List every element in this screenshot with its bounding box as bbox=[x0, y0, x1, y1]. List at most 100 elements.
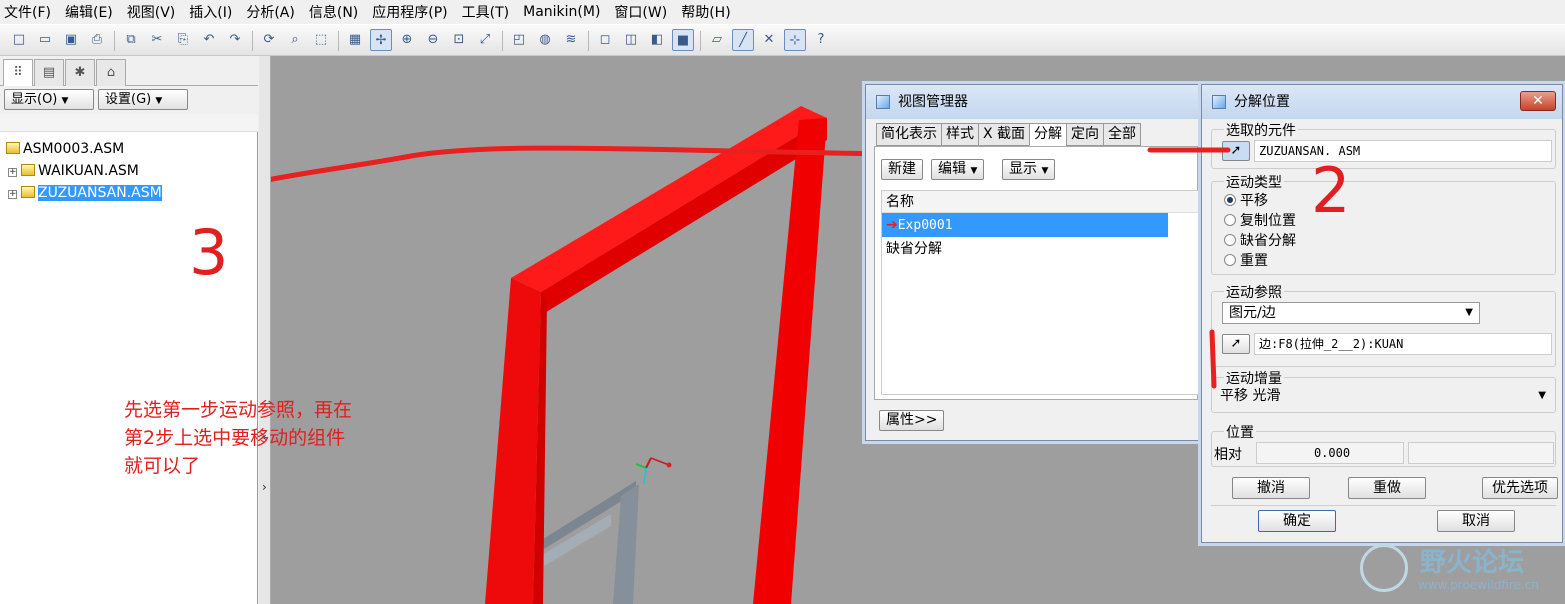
hidden-line-icon[interactable]: ◫ bbox=[620, 29, 642, 51]
radio-copy-position[interactable]: 复制位置 bbox=[1224, 212, 1296, 230]
menu-file[interactable]: 文件(F) bbox=[4, 2, 51, 22]
list-item-default-explode[interactable]: 缺省分解 bbox=[882, 237, 1168, 261]
toolbar-separator bbox=[588, 31, 589, 51]
watermark-url: www.proewildfire.cn bbox=[1418, 578, 1539, 592]
menu-view[interactable]: 视图(V) bbox=[127, 2, 176, 22]
red-frame-right bbox=[753, 118, 827, 604]
menu-edit[interactable]: 编辑(E) bbox=[65, 2, 113, 22]
favorites-icon[interactable]: ✱ bbox=[65, 59, 95, 86]
print-icon[interactable]: ⎙ bbox=[86, 29, 108, 51]
menu-manikin[interactable]: Manikin(M) bbox=[523, 4, 600, 20]
menu-tools[interactable]: 工具(T) bbox=[462, 2, 509, 22]
radio-translate[interactable]: 平移 bbox=[1224, 192, 1268, 210]
toolbar-separator bbox=[502, 31, 503, 51]
list-item-exp0001[interactable]: ➔Exp0001 bbox=[882, 213, 1168, 237]
select-reference-button[interactable]: ➚ bbox=[1222, 334, 1250, 354]
coord-sys-icon[interactable]: ⊹ bbox=[784, 29, 806, 51]
tab-explode[interactable]: 分解 bbox=[1029, 123, 1067, 146]
settings-button[interactable]: 设置(G) ▼ bbox=[98, 89, 188, 110]
datum-planes-icon[interactable]: ▱ bbox=[706, 29, 728, 51]
motion-reference-field[interactable]: 边:F8(拉伸_2__2):KUAN bbox=[1254, 333, 1552, 355]
copy-icon[interactable]: ⧉ bbox=[120, 29, 142, 51]
tab-all[interactable]: 全部 bbox=[1103, 123, 1142, 146]
menu-applications[interactable]: 应用程序(P) bbox=[372, 2, 447, 22]
properties-button[interactable]: 属性>> bbox=[879, 410, 945, 431]
save-icon[interactable]: ▣ bbox=[60, 29, 82, 51]
list-header-name[interactable]: 名称 bbox=[882, 191, 1200, 213]
undo-button[interactable]: 撤消 bbox=[1232, 477, 1310, 499]
panel-sash[interactable] bbox=[259, 56, 271, 604]
new-file-icon[interactable]: □ bbox=[8, 29, 30, 51]
regenerate-icon[interactable]: ⟳ bbox=[258, 29, 280, 51]
select-component-button[interactable]: ➚ bbox=[1222, 141, 1250, 161]
position-label: 位置 bbox=[1224, 422, 1256, 442]
tree-item-waikuan[interactable]: + WAIKUAN.ASM bbox=[8, 161, 139, 181]
find-icon[interactable]: ⌕ bbox=[284, 29, 306, 51]
radio-reset[interactable]: 重置 bbox=[1224, 252, 1268, 270]
tab-orient[interactable]: 定向 bbox=[1066, 123, 1104, 146]
layers-icon[interactable]: ≋ bbox=[560, 29, 582, 51]
assembly-icon bbox=[6, 142, 20, 154]
refit-icon[interactable]: ⊡ bbox=[448, 29, 470, 51]
close-button[interactable]: ✕ bbox=[1520, 91, 1556, 111]
view-manager-titlebar[interactable]: 视图管理器 bbox=[866, 85, 1200, 119]
connections-icon[interactable]: ⌂ bbox=[96, 59, 126, 86]
datum-points-icon[interactable]: ✕ bbox=[758, 29, 780, 51]
spin-center-icon[interactable]: ✢ bbox=[370, 29, 392, 51]
open-folder-icon[interactable]: ▭ bbox=[34, 29, 56, 51]
menu-help[interactable]: 帮助(H) bbox=[681, 2, 730, 22]
zoom-out-icon[interactable]: ⊖ bbox=[422, 29, 444, 51]
motion-reference-select[interactable]: 图元/边 ▼ bbox=[1222, 302, 1480, 324]
repaint-icon[interactable]: ▦ bbox=[344, 29, 366, 51]
motion-reference-select-value: 图元/边 bbox=[1229, 305, 1276, 321]
whats-this-icon[interactable]: ? bbox=[810, 29, 832, 51]
view-manager-icon bbox=[876, 95, 890, 109]
cut-icon[interactable]: ✂ bbox=[146, 29, 168, 51]
radio-default-explode[interactable]: 缺省分解 bbox=[1224, 232, 1296, 250]
tree-item-root[interactable]: ASM0003.ASM bbox=[6, 139, 124, 159]
tree-item-zuzuansan[interactable]: + ZUZUANSAN.ASM bbox=[8, 183, 162, 203]
view-manager-dialog: 视图管理器 简化表示 样式 X 截面 分解 定向 全部 新建 编辑 ▼ 显示 ▼… bbox=[865, 84, 1201, 441]
tab-simplified-rep[interactable]: 简化表示 bbox=[876, 123, 941, 146]
new-button[interactable]: 新建 bbox=[881, 159, 923, 180]
no-hidden-icon[interactable]: ◧ bbox=[646, 29, 668, 51]
show-button-label: 显示(O) bbox=[11, 92, 58, 107]
cancel-button[interactable]: 取消 bbox=[1437, 510, 1515, 532]
ok-button[interactable]: 确定 bbox=[1258, 510, 1336, 532]
menu-window[interactable]: 窗口(W) bbox=[614, 2, 667, 22]
tree-filter-bar[interactable] bbox=[0, 114, 258, 132]
tab-xsection[interactable]: X 截面 bbox=[978, 123, 1030, 146]
saved-views-icon[interactable]: ◰ bbox=[508, 29, 530, 51]
expand-icon[interactable]: + bbox=[8, 168, 17, 177]
radio-dot bbox=[1224, 194, 1236, 206]
preferences-button[interactable]: 优先选项 bbox=[1482, 477, 1558, 499]
paste-icon[interactable]: ⎘ bbox=[172, 29, 194, 51]
selected-component-field[interactable]: ZUZUANSAN. ASM bbox=[1254, 140, 1552, 162]
motion-increment-label: 运动增量 bbox=[1224, 368, 1284, 388]
select-box-icon[interactable]: ⬚ bbox=[310, 29, 332, 51]
show-button[interactable]: 显示(O) ▼ bbox=[4, 89, 94, 110]
datum-axes-icon[interactable]: ╱ bbox=[732, 29, 754, 51]
expand-icon[interactable]: + bbox=[8, 190, 17, 199]
display-button[interactable]: 显示 ▼ bbox=[1002, 159, 1056, 180]
appearance-icon[interactable]: ◍ bbox=[534, 29, 556, 51]
folder-browser-icon[interactable]: ▤ bbox=[34, 59, 64, 86]
orient-icon[interactable]: ⤢ bbox=[474, 29, 496, 51]
menu-analysis[interactable]: 分析(A) bbox=[246, 2, 295, 22]
model-tree-icon[interactable]: ⠿ bbox=[3, 59, 33, 87]
redo-icon[interactable]: ↷ bbox=[224, 29, 246, 51]
view-manager-title: 视图管理器 bbox=[898, 94, 968, 110]
menu-info[interactable]: 信息(N) bbox=[309, 2, 358, 22]
tab-style[interactable]: 样式 bbox=[941, 123, 978, 146]
motion-increment-select[interactable]: 平移 光滑 ▼ bbox=[1214, 386, 1552, 408]
explode-dialog-titlebar[interactable]: 分解位置 ✕ bbox=[1202, 85, 1562, 119]
wireframe-icon[interactable]: ◻ bbox=[594, 29, 616, 51]
edit-button[interactable]: 编辑 ▼ bbox=[931, 159, 985, 180]
main-toolbar: □ ▭ ▣ ⎙ ⧉ ✂ ⎘ ↶ ↷ ⟳ ⌕ ⬚ ▦ ✢ ⊕ ⊖ ⊡ ⤢ ◰ ◍ ≋ ◻ ◫ ◧ ■ ▱ ╱ ✕ ⊹? bbox=[0, 24, 1565, 56]
shading-icon[interactable]: ■ bbox=[672, 29, 694, 51]
redo-button[interactable]: 重做 bbox=[1348, 477, 1426, 499]
expand-right-icon[interactable]: › bbox=[262, 480, 267, 494]
menu-insert[interactable]: 插入(I) bbox=[189, 2, 232, 22]
zoom-in-icon[interactable]: ⊕ bbox=[396, 29, 418, 51]
undo-icon[interactable]: ↶ bbox=[198, 29, 220, 51]
